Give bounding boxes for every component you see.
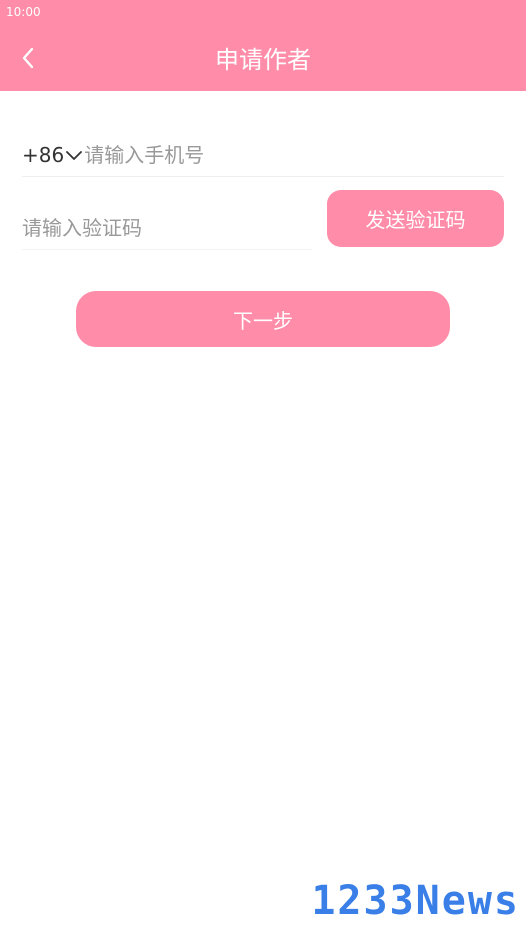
chevron-down-icon: [66, 151, 83, 160]
phone-field-row: +86: [22, 134, 504, 177]
next-step-button[interactable]: 下一步: [76, 291, 450, 347]
phone-input[interactable]: [84, 137, 465, 173]
status-time: 10:00: [6, 5, 41, 19]
page-title: 申请作者: [215, 46, 311, 74]
title-bar: 申请作者: [0, 24, 526, 91]
country-code-selector[interactable]: +86: [22, 143, 83, 167]
country-code-label: +86: [22, 143, 65, 167]
send-code-button[interactable]: 发送验证码: [327, 190, 504, 247]
watermark-logo: 1233News: [311, 878, 520, 924]
status-bar: 10:00: [0, 0, 526, 24]
code-field-row: [22, 207, 312, 250]
verification-code-input[interactable]: [22, 210, 312, 246]
